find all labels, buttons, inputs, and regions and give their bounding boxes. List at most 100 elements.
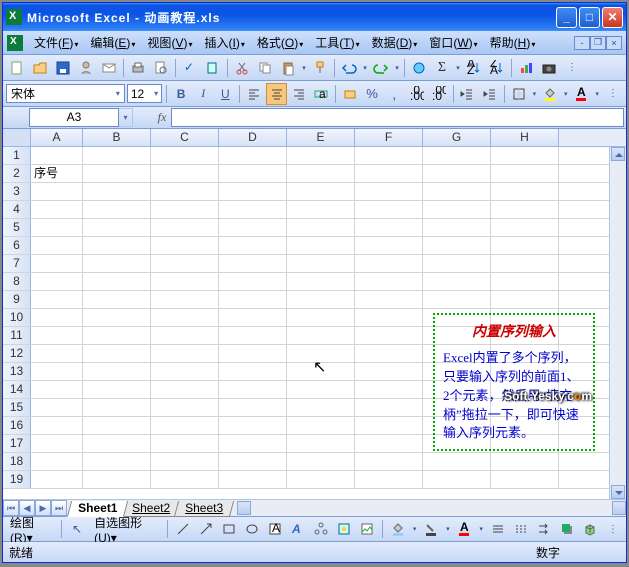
font-name-combobox[interactable]: 宋体▾: [6, 84, 125, 103]
cell-G8[interactable]: [423, 273, 491, 290]
col-header-C[interactable]: C: [151, 129, 219, 146]
redo-icon[interactable]: [370, 57, 392, 79]
cell-F14[interactable]: [355, 381, 423, 398]
cell-D10[interactable]: [219, 309, 287, 326]
cell-H19[interactable]: [491, 471, 559, 488]
document-icon[interactable]: [7, 35, 23, 51]
cell-F13[interactable]: [355, 363, 423, 380]
row-header[interactable]: 9: [3, 291, 31, 308]
research-icon[interactable]: [202, 57, 224, 79]
formula-input[interactable]: [171, 108, 624, 127]
line-style-icon[interactable]: [488, 518, 508, 540]
cell-B17[interactable]: [83, 435, 151, 452]
undo-dropdown[interactable]: ▾: [361, 64, 369, 72]
cell-A1[interactable]: [31, 147, 83, 164]
row-header[interactable]: 2: [3, 165, 31, 182]
copy-icon[interactable]: [254, 57, 276, 79]
cell-G19[interactable]: [423, 471, 491, 488]
wordart-icon[interactable]: A: [288, 518, 308, 540]
sort-asc-icon[interactable]: AZ: [463, 57, 485, 79]
bold-icon[interactable]: B: [171, 83, 191, 105]
align-left-icon[interactable]: [244, 83, 264, 105]
cell-G7[interactable]: [423, 255, 491, 272]
cell-D3[interactable]: [219, 183, 287, 200]
cell-F5[interactable]: [355, 219, 423, 236]
minimize-button[interactable]: _: [556, 7, 577, 28]
cell-A3[interactable]: [31, 183, 83, 200]
cell-F2[interactable]: [355, 165, 423, 182]
vertical-scrollbar[interactable]: [609, 147, 626, 499]
maximize-button[interactable]: □: [579, 7, 600, 28]
font-color-dropdown[interactable]: ▾: [594, 90, 601, 98]
diagram-icon[interactable]: [311, 518, 331, 540]
doc-minimize-button[interactable]: -: [574, 36, 590, 50]
cell-H2[interactable]: [491, 165, 559, 182]
cell-A14[interactable]: [31, 381, 83, 398]
cell-E4[interactable]: [287, 201, 355, 218]
row-header[interactable]: 12: [3, 345, 31, 362]
cell-F12[interactable]: [355, 345, 423, 362]
cell-E6[interactable]: [287, 237, 355, 254]
cell-C19[interactable]: [151, 471, 219, 488]
cell-H6[interactable]: [491, 237, 559, 254]
cell-B9[interactable]: [83, 291, 151, 308]
cell-A2[interactable]: 序号: [31, 165, 83, 182]
cell-E9[interactable]: [287, 291, 355, 308]
menu-window[interactable]: 窗口(W)▾: [424, 32, 482, 53]
row-header[interactable]: 15: [3, 399, 31, 416]
autoshapes-menu[interactable]: 自选图形(U)▾: [90, 514, 162, 545]
line-color-icon[interactable]: [421, 518, 441, 540]
cell-D15[interactable]: [219, 399, 287, 416]
cell-A16[interactable]: [31, 417, 83, 434]
font-color-draw-icon[interactable]: A: [454, 518, 474, 540]
redo-dropdown[interactable]: ▾: [393, 64, 401, 72]
cell-B6[interactable]: [83, 237, 151, 254]
merge-center-icon[interactable]: a: [311, 83, 331, 105]
underline-icon[interactable]: U: [215, 83, 235, 105]
camera-icon[interactable]: [538, 57, 560, 79]
chart-wizard-icon[interactable]: [515, 57, 537, 79]
cell-D7[interactable]: [219, 255, 287, 272]
sheet-tab-2[interactable]: Sheet2: [121, 501, 181, 517]
cell-D17[interactable]: [219, 435, 287, 452]
sheet-tab-1[interactable]: Sheet1: [67, 501, 129, 517]
close-button[interactable]: ✕: [602, 7, 623, 28]
cell-B5[interactable]: [83, 219, 151, 236]
col-header-G[interactable]: G: [423, 129, 491, 146]
row-header[interactable]: 3: [3, 183, 31, 200]
cell-E7[interactable]: [287, 255, 355, 272]
cell-B14[interactable]: [83, 381, 151, 398]
cell-B15[interactable]: [83, 399, 151, 416]
cell-A6[interactable]: [31, 237, 83, 254]
row-header[interactable]: 1: [3, 147, 31, 164]
borders-dropdown[interactable]: ▾: [531, 90, 538, 98]
row-header[interactable]: 19: [3, 471, 31, 488]
name-box[interactable]: A3: [29, 108, 119, 127]
row-header[interactable]: 14: [3, 381, 31, 398]
cell-A4[interactable]: [31, 201, 83, 218]
cell-H3[interactable]: [491, 183, 559, 200]
cell-B12[interactable]: [83, 345, 151, 362]
cell-C12[interactable]: [151, 345, 219, 362]
cell-C7[interactable]: [151, 255, 219, 272]
cell-D11[interactable]: [219, 327, 287, 344]
cell-F18[interactable]: [355, 453, 423, 470]
cell-A5[interactable]: [31, 219, 83, 236]
cell-A17[interactable]: [31, 435, 83, 452]
print-icon[interactable]: [127, 57, 149, 79]
undo-icon[interactable]: [338, 57, 360, 79]
arrow-style-icon[interactable]: [534, 518, 554, 540]
menu-help[interactable]: 帮助(H)▾: [485, 32, 541, 53]
cell-C17[interactable]: [151, 435, 219, 452]
currency-icon[interactable]: [340, 83, 360, 105]
cell-C14[interactable]: [151, 381, 219, 398]
row-header[interactable]: 17: [3, 435, 31, 452]
cell-B16[interactable]: [83, 417, 151, 434]
toolbar-options-icon[interactable]: ⋮: [561, 57, 583, 79]
cell-H4[interactable]: [491, 201, 559, 218]
textbox-icon[interactable]: A: [265, 518, 285, 540]
horizontal-scrollbar[interactable]: [237, 500, 626, 516]
cell-A9[interactable]: [31, 291, 83, 308]
cell-H18[interactable]: [491, 453, 559, 470]
cell-F7[interactable]: [355, 255, 423, 272]
